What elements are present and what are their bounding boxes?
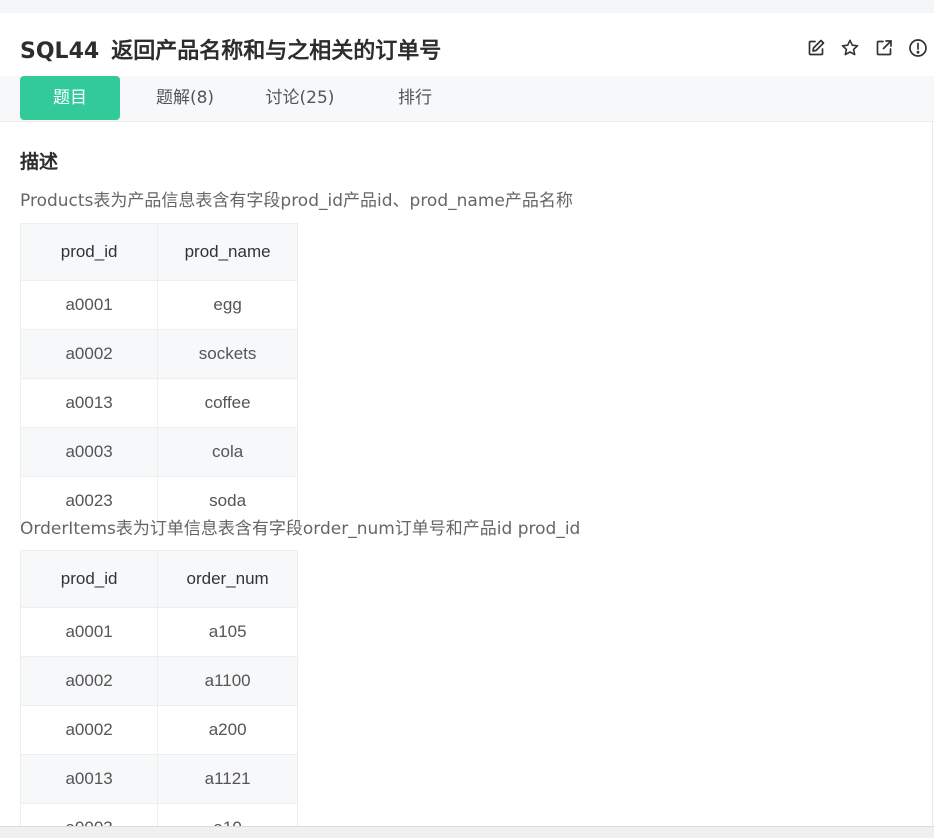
problem-title: SQL44 返回产品名称和与之相关的订单号 xyxy=(20,33,441,65)
products-intro: Products表为产品信息表含有字段prod_id产品id、prod_name… xyxy=(20,191,573,211)
table-cell: a1121 xyxy=(157,754,298,804)
panel-divider[interactable] xyxy=(0,826,934,838)
table-header-row: prod_id order_num xyxy=(19,550,298,608)
table-cell: a0002 xyxy=(19,656,159,706)
column-header: order_num xyxy=(157,550,298,608)
table-row: a0002 a200 xyxy=(19,705,298,755)
table-row: a0002 sockets xyxy=(19,329,298,379)
table-row: a0001 egg xyxy=(19,280,298,330)
description-heading: 描述 xyxy=(20,151,59,173)
table-row: a0003 cola xyxy=(19,427,298,477)
tab-bar: 题目 题解(8) 讨论(25) 排行 xyxy=(0,76,934,122)
table-cell: a1100 xyxy=(157,656,298,706)
table-row: a0013 coffee xyxy=(19,378,298,428)
column-header: prod_id xyxy=(19,550,159,608)
report-icon[interactable] xyxy=(908,38,928,58)
problem-header: SQL44 返回产品名称和与之相关的订单号 xyxy=(0,13,934,76)
tab-discussion[interactable]: 讨论(25) xyxy=(250,76,350,120)
share-icon[interactable] xyxy=(874,38,894,58)
table-cell: a10 xyxy=(157,803,298,826)
table-cell: a0002 xyxy=(19,705,159,755)
table-cell: a200 xyxy=(157,705,298,755)
table-row: a0001 a105 xyxy=(19,607,298,657)
table-cell: a105 xyxy=(157,607,298,657)
edit-icon[interactable] xyxy=(806,38,826,58)
table-header-row: prod_id prod_name xyxy=(19,223,298,281)
tab-solutions[interactable]: 题解(8) xyxy=(140,76,230,120)
table-cell: a0002 xyxy=(19,329,159,379)
table-cell: a0013 xyxy=(19,378,159,428)
orderitems-table: prod_id order_num a0001 a105 a0002 a1100… xyxy=(19,550,298,826)
table-cell: coffee xyxy=(157,378,298,428)
problem-code: SQL44 xyxy=(20,39,100,64)
problem-card: SQL44 返回产品名称和与之相关的订单号 题目 题解(8) 讨论(25) 排行… xyxy=(0,13,934,826)
table-row: a0013 a1121 xyxy=(19,754,298,804)
table-cell: a0003 xyxy=(19,427,159,477)
table-cell: a0013 xyxy=(19,754,159,804)
table-cell: egg xyxy=(157,280,298,330)
header-actions xyxy=(806,38,928,58)
tab-problem[interactable]: 题目 xyxy=(20,76,120,120)
orderitems-intro: OrderItems表为订单信息表含有字段order_num订单号和产品id p… xyxy=(20,519,581,539)
table-row: a0003 a10 xyxy=(19,803,298,826)
table-cell: sockets xyxy=(157,329,298,379)
table-row: a0002 a1100 xyxy=(19,656,298,706)
table-cell: a0001 xyxy=(19,280,159,330)
star-icon[interactable] xyxy=(840,38,860,58)
tab-ranking[interactable]: 排行 xyxy=(380,76,450,120)
products-table: prod_id prod_name a0001 egg a0002 socket… xyxy=(19,223,298,526)
table-cell: a0003 xyxy=(19,803,159,826)
table-cell: a0001 xyxy=(19,607,159,657)
column-header: prod_id xyxy=(19,223,159,281)
column-header: prod_name xyxy=(157,223,298,281)
table-cell: cola xyxy=(157,427,298,477)
problem-description: 描述 Products表为产品信息表含有字段prod_id产品id、prod_n… xyxy=(0,122,933,826)
problem-title-text: 返回产品名称和与之相关的订单号 xyxy=(111,39,442,64)
